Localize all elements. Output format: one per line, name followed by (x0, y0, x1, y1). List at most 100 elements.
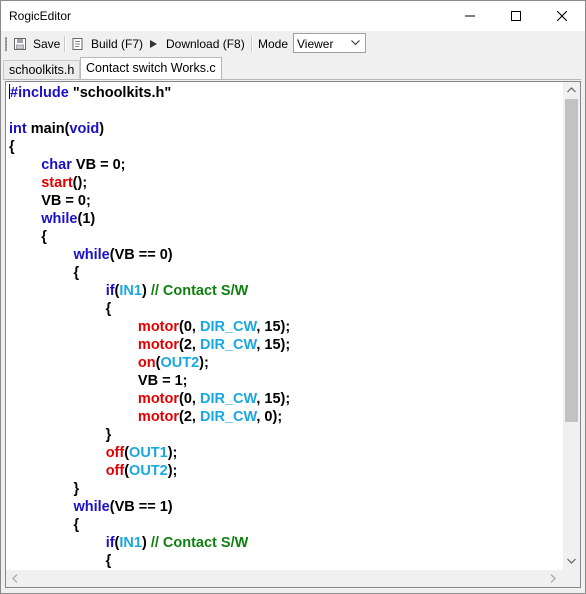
code-token: ); (167, 463, 178, 479)
code-line: if(IN1) // Contact S/W (9, 282, 559, 300)
mode-label: Mode (258, 37, 289, 51)
save-button[interactable]: Save (13, 34, 60, 54)
code-token: VB = 0; (71, 157, 126, 173)
maximize-button[interactable] (493, 1, 539, 31)
title-bar: RogicEditor (1, 1, 585, 31)
code-token: off (105, 463, 125, 479)
code-token: motor (137, 319, 180, 335)
save-icon (13, 37, 27, 51)
minimize-button[interactable] (447, 1, 493, 31)
tab-divider (3, 79, 581, 80)
chevron-down-icon (351, 40, 360, 46)
code-token: while (73, 499, 110, 515)
code-line: int main(void) (9, 120, 559, 138)
tab-schoolkits-h[interactable]: schoolkits.h (3, 60, 80, 79)
code-line: while(1) (9, 210, 559, 228)
scrollbar-corner (563, 570, 580, 587)
code-token: , 15); (256, 337, 291, 353)
build-label: Build (F7) (91, 37, 144, 51)
code-token: IN1 (119, 535, 142, 551)
code-line: start(); (9, 174, 559, 192)
code-token: (0, (179, 319, 200, 335)
tab-contact-switch-works-c[interactable]: Contact switch Works.c (80, 57, 222, 79)
code-token: , 15); (256, 391, 291, 407)
code-line: motor(0, DIR_CW, 15); (9, 390, 559, 408)
scroll-right-arrow-icon[interactable] (550, 574, 556, 583)
code-token: DIR_CW (199, 391, 257, 407)
code-line: VB = 1; (9, 372, 559, 390)
code-token: { (9, 517, 80, 533)
code-token: DIR_CW (199, 319, 257, 335)
vertical-scroll-thumb[interactable] (565, 99, 578, 422)
code-token: ) (141, 283, 151, 299)
download-button[interactable]: Download (F8) (148, 34, 245, 54)
code-token: } (9, 481, 80, 497)
code-line: while(VB == 0) (9, 246, 559, 264)
code-token: #include (10, 85, 69, 101)
horizontal-scrollbar[interactable] (6, 570, 563, 587)
vertical-scrollbar[interactable] (563, 82, 580, 570)
code-token: void (69, 121, 100, 137)
scroll-left-arrow-icon[interactable] (12, 574, 18, 583)
code-token: (0, (179, 391, 200, 407)
code-token: if (105, 535, 115, 551)
code-token: { (9, 265, 80, 281)
code-line: while(VB == 1) (9, 498, 559, 516)
code-line: { (9, 228, 559, 246)
code-token: while (41, 211, 78, 227)
file-tabs: schoolkits.h Contact switch Works.c (1, 57, 585, 79)
code-token: off (105, 445, 125, 461)
code-token: motor (137, 391, 180, 407)
mode-select[interactable]: Viewer (293, 33, 366, 53)
code-token: { (9, 553, 112, 569)
code-line: VB = 0; (9, 192, 559, 210)
code-token: DIR_CW (199, 337, 257, 353)
code-token: // Contact S/W (150, 535, 249, 551)
code-token: (2, (179, 337, 200, 353)
code-token: main( (26, 121, 70, 137)
code-line: { (9, 138, 559, 156)
close-button[interactable] (539, 1, 585, 31)
code-line: { (9, 516, 559, 534)
code-line: on(OUT2); (9, 354, 559, 372)
code-token: VB = 0; (9, 193, 91, 209)
code-editor[interactable]: #include "schoolkits.h" int main(void){ … (5, 81, 581, 588)
code-token: // Contact S/W (150, 283, 249, 299)
play-icon (148, 37, 158, 51)
toolbar-separator (251, 36, 253, 52)
editor-window: RogicEditor Save Build (F7) Download (F8… (0, 0, 586, 594)
code-line: motor(0, DIR_CW, 15); (9, 318, 559, 336)
code-token: int (9, 121, 27, 137)
code-line: motor(2, DIR_CW, 15); (9, 336, 559, 354)
code-token: DIR_CW (199, 409, 257, 425)
code-text[interactable]: #include "schoolkits.h" int main(void){ … (9, 84, 559, 570)
code-line: { (9, 552, 559, 570)
build-button[interactable]: Build (F7) (71, 34, 143, 54)
code-token: motor (137, 337, 180, 353)
code-line: char VB = 0; (9, 156, 559, 174)
tab-label: schoolkits.h (9, 63, 75, 77)
code-token: OUT2 (129, 463, 168, 479)
code-token: OUT1 (129, 445, 168, 461)
download-label: Download (F8) (166, 37, 245, 51)
toolbar-grip[interactable] (5, 37, 7, 51)
code-token: } (9, 427, 112, 443)
build-icon (71, 37, 85, 51)
code-token: on (137, 355, 156, 371)
save-label: Save (33, 37, 61, 51)
scroll-down-arrow-icon[interactable] (567, 558, 576, 564)
scroll-up-arrow-icon[interactable] (567, 87, 576, 93)
tab-label: Contact switch Works.c (86, 61, 216, 75)
maximize-icon (511, 11, 521, 21)
code-line: } (9, 480, 559, 498)
